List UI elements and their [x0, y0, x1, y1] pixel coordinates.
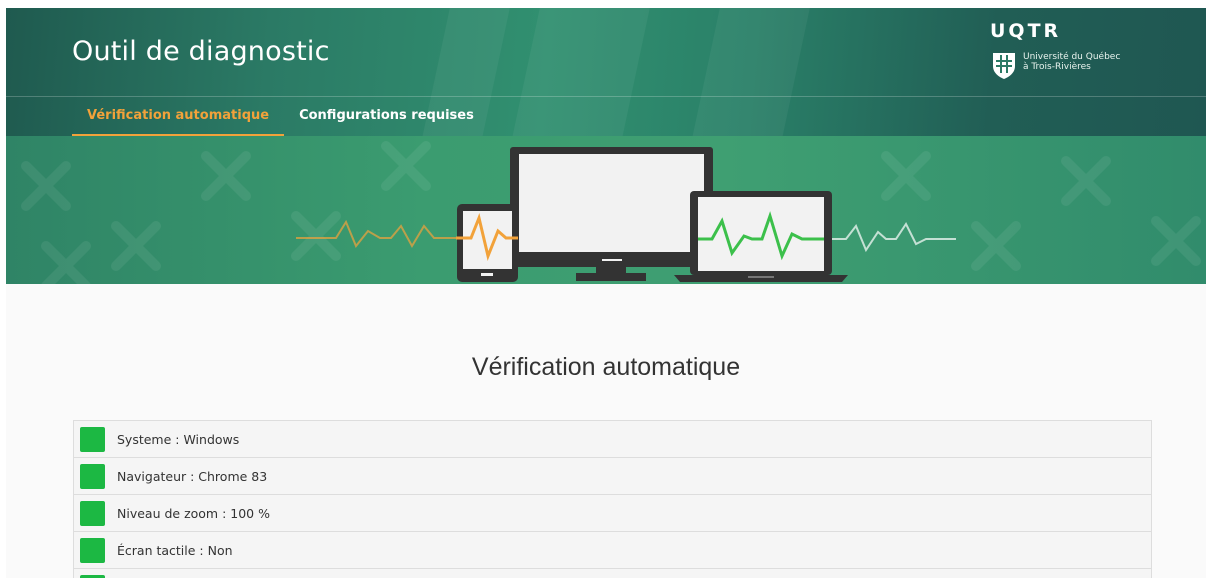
- tab-configurations-requises[interactable]: Configurations requises: [284, 97, 489, 136]
- logo-university-city: à Trois-Rivières: [1023, 62, 1091, 72]
- check-row-browser: Navigateur : Chrome 83: [74, 458, 1151, 495]
- check-label: Navigateur : Chrome 83: [117, 468, 268, 484]
- check-label: Systeme : Windows: [117, 431, 240, 447]
- tab-verification-automatique[interactable]: Vérification automatique: [72, 97, 285, 136]
- check-row-system: Systeme : Windows: [74, 421, 1151, 458]
- app-title: Outil de diagnostic: [72, 36, 330, 67]
- pulse-line-right: [832, 222, 956, 253]
- logo-university-name: Université du Québec: [1023, 52, 1121, 62]
- site-header: Outil de diagnostic UQTR Université du Q…: [6, 8, 1206, 136]
- hero-banner: [6, 136, 1206, 284]
- page-frame: Outil de diagnostic UQTR Université du Q…: [6, 8, 1206, 578]
- check-row-zoom: Niveau de zoom : 100 %: [74, 495, 1151, 532]
- monitor-base: [576, 273, 646, 281]
- monitor-neck: [596, 267, 626, 273]
- status-ok-icon: [80, 574, 105, 578]
- logo-wordmark: UQTR: [990, 20, 1062, 42]
- check-row-partial: [74, 569, 1151, 578]
- status-ok-icon: [80, 537, 105, 563]
- status-ok-icon: [80, 463, 105, 489]
- uqtr-shield-icon: [993, 53, 1015, 79]
- check-row-touchscreen: Écran tactile : Non: [74, 532, 1151, 569]
- uqtr-logo[interactable]: UQTR Université du Québec à Trois-Rivièr…: [986, 20, 1166, 90]
- checks-list: Systeme : Windows Navigateur : Chrome 83…: [73, 420, 1152, 578]
- section-heading: Vérification automatique: [471, 353, 741, 381]
- devices-illustration: [296, 147, 956, 282]
- monitor-screen: [519, 154, 704, 252]
- check-label: Écran tactile : Non: [117, 542, 233, 558]
- pulse-line-left: [296, 219, 456, 249]
- tab-bar: Vérification automatique Configurations …: [72, 97, 489, 136]
- status-ok-icon: [80, 426, 105, 452]
- status-ok-icon: [80, 500, 105, 526]
- laptop-screen: [698, 197, 824, 271]
- check-label: Niveau de zoom : 100 %: [117, 505, 270, 521]
